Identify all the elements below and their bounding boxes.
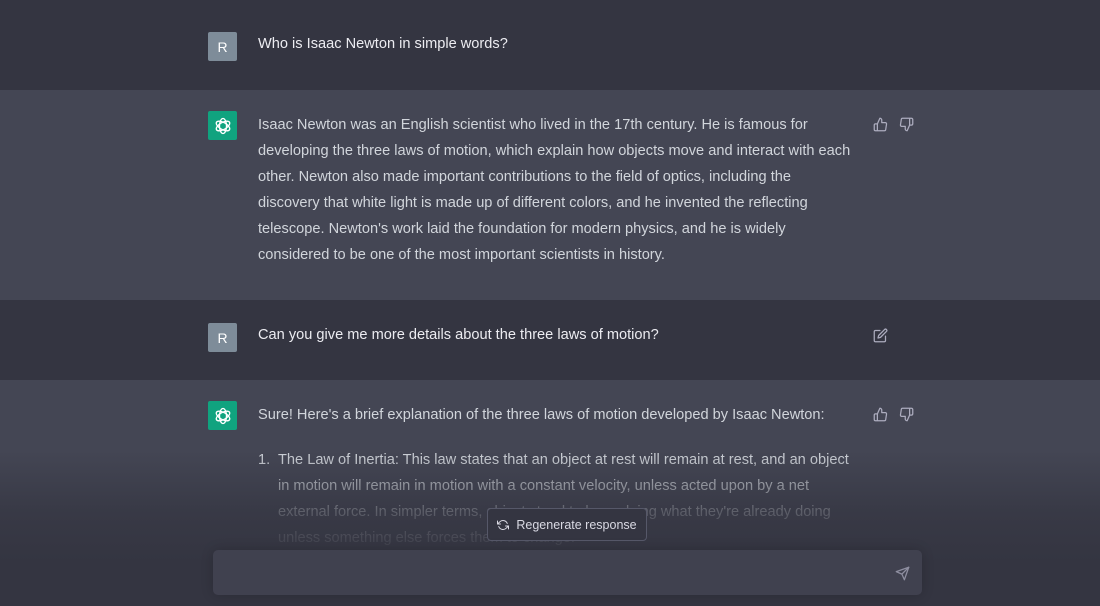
thumbs-up-button[interactable]: [872, 406, 888, 422]
edit-buttons: [872, 327, 888, 343]
refresh-icon: [497, 519, 510, 530]
thumbs-up-button[interactable]: [872, 116, 888, 132]
message-line: other. Newton also made important contri…: [258, 169, 791, 185]
user-message: R Who is Isaac Newton in simple words?: [0, 0, 1100, 90]
regenerate-label: Regenerate response: [516, 517, 637, 532]
feedback-buttons: [872, 406, 914, 422]
user-avatar: R: [208, 32, 237, 61]
message-input[interactable]: [227, 550, 881, 597]
thumbs-down-button[interactable]: [898, 116, 914, 132]
user-message-text: Who is Isaac Newton in simple words?: [258, 36, 508, 52]
thumbs-up-icon: [873, 407, 887, 421]
edit-message-button[interactable]: [872, 327, 888, 343]
chat-page: R Who is Isaac Newton in simple words? I…: [0, 0, 1100, 606]
message-line: discovery that white light is made up of…: [258, 195, 808, 211]
feedback-buttons: [872, 116, 914, 132]
user-message-text: Can you give me more details about the t…: [258, 327, 659, 343]
user-avatar: R: [208, 323, 237, 352]
send-button[interactable]: [893, 564, 911, 582]
message-line: considered to be one of the most importa…: [258, 247, 665, 263]
list-line: The Law of Inertia: This law states that…: [278, 452, 849, 468]
list-line: in motion will remain in motion with a c…: [278, 478, 810, 494]
list-number: 1.: [258, 452, 271, 468]
chatgpt-logo-icon: [215, 407, 230, 424]
assistant-intro-text: Sure! Here's a brief explanation of the …: [258, 407, 825, 423]
assistant-avatar: [208, 111, 237, 140]
assistant-avatar: [208, 401, 237, 430]
message-line: developing the three laws of motion, whi…: [258, 143, 851, 159]
user-avatar-letter: R: [217, 38, 228, 55]
edit-icon: [873, 328, 887, 342]
chatgpt-logo-icon: [215, 117, 230, 134]
thumbs-down-icon: [899, 407, 913, 421]
assistant-message: Isaac Newton was an English scientist wh…: [0, 90, 1100, 300]
assistant-message-text: Isaac Newton was an English scientist wh…: [258, 112, 868, 268]
message-line: telescope. Newton's work laid the founda…: [258, 221, 786, 237]
send-icon: [895, 566, 909, 580]
thumbs-down-button[interactable]: [898, 406, 914, 422]
user-message: R Can you give me more details about the…: [0, 300, 1100, 380]
regenerate-response-button[interactable]: Regenerate response: [487, 508, 647, 541]
thumbs-up-icon: [873, 117, 887, 131]
message-composer: [213, 550, 922, 597]
thumbs-down-icon: [899, 117, 913, 131]
message-line: Isaac Newton was an English scientist wh…: [258, 117, 808, 133]
user-avatar-letter: R: [217, 329, 228, 346]
